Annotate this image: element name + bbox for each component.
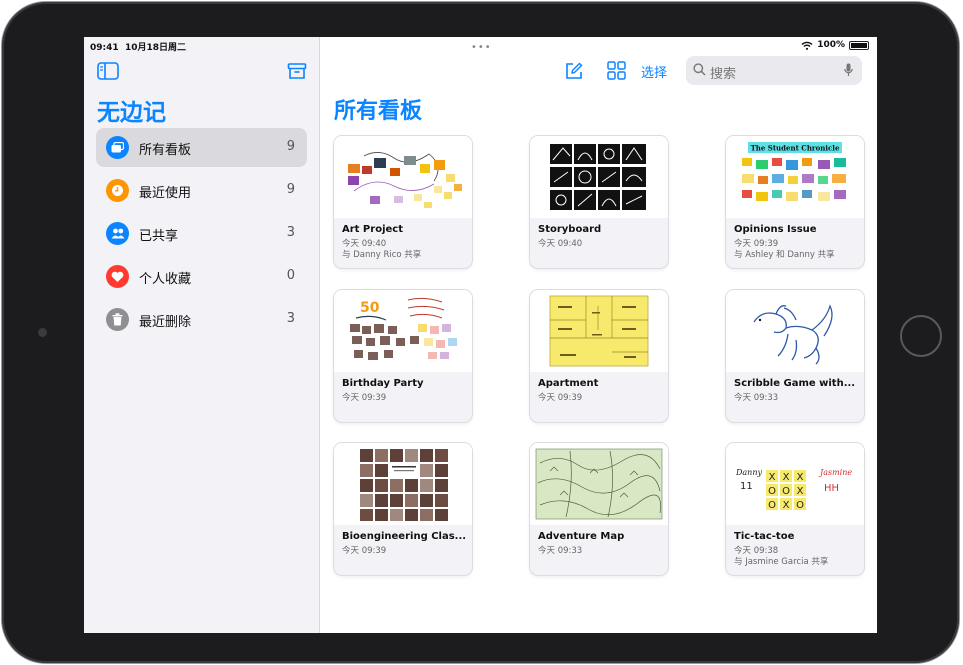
thumbnail-player-label: Danny bbox=[735, 468, 762, 477]
board-time: 今天 09:40 bbox=[538, 239, 583, 249]
front-camera bbox=[38, 328, 47, 337]
board-thumbnail: 50 bbox=[334, 290, 472, 372]
board-thumbnail bbox=[530, 136, 668, 218]
svg-text:X: X bbox=[783, 472, 790, 483]
board-name: Apartment bbox=[538, 378, 599, 389]
svg-text:X: X bbox=[797, 486, 804, 497]
svg-text:X: X bbox=[769, 472, 776, 483]
board-card-birthday-party[interactable]: 50 Birthday Party 今天 09:39 bbox=[334, 290, 472, 422]
app-title: 无边记 bbox=[97, 100, 166, 126]
thumbnail-heading: 50 bbox=[360, 300, 380, 316]
svg-text:O: O bbox=[768, 500, 776, 511]
thumbnail-heading: The Student Chronicle bbox=[751, 144, 840, 153]
board-time: 今天 09:39 bbox=[342, 546, 387, 556]
board-card-tic-tac-toe[interactable]: Danny 11 Jasmine HH XXX OOX OXO Tic-tac-… bbox=[726, 443, 864, 575]
board-time: 今天 09:33 bbox=[538, 546, 583, 556]
new-board-icon[interactable] bbox=[564, 61, 584, 81]
board-card-apartment[interactable]: Apartment 今天 09:39 bbox=[530, 290, 668, 422]
sidebar-item-shared[interactable]: 已共享 3 bbox=[96, 214, 307, 253]
board-card-scribble-game[interactable]: Scribble Game with... 今天 09:33 bbox=[726, 290, 864, 422]
board-time: 今天 09:39 bbox=[342, 393, 387, 403]
board-name: Tic-tac-toe bbox=[734, 531, 795, 542]
board-name: Bioengineering Clas... bbox=[342, 531, 467, 542]
svg-text:X: X bbox=[797, 472, 804, 483]
board-name: Birthday Party bbox=[342, 378, 424, 389]
sidebar-item-recent[interactable]: 最近使用 9 bbox=[96, 171, 307, 210]
board-name: Opinions Issue bbox=[734, 224, 817, 235]
board-thumbnail bbox=[530, 443, 668, 525]
sidebar: 无边记 所有看板 9 最近使用 9 已共享 3 个人收藏 0 最近删除 3 bbox=[84, 37, 320, 633]
screen: 无边记 所有看板 9 最近使用 9 已共享 3 个人收藏 0 最近删除 3 09… bbox=[84, 37, 877, 633]
board-name: Storyboard bbox=[538, 224, 602, 235]
sidebar-item-favorites[interactable]: 个人收藏 0 bbox=[96, 257, 307, 296]
sidebar-item-count: 0 bbox=[286, 268, 295, 283]
board-thumbnail: Danny 11 Jasmine HH XXX OOX OXO bbox=[726, 443, 864, 525]
board-card-bioengineering[interactable]: Bioengineering Clas... 今天 09:39 bbox=[334, 443, 472, 575]
sidebar-item-count: 3 bbox=[286, 225, 295, 240]
sidebar-item-count: 9 bbox=[286, 182, 295, 197]
sidebar-item-recently-deleted[interactable]: 最近删除 3 bbox=[96, 300, 307, 339]
sidebar-item-count: 3 bbox=[286, 311, 295, 326]
status-right: 100% bbox=[801, 40, 869, 50]
sidebar-item-label: 最近使用 bbox=[139, 186, 192, 201]
boards-icon bbox=[106, 136, 129, 159]
board-share: 与 Danny Rico 共享 bbox=[342, 250, 422, 260]
board-thumbnail bbox=[726, 290, 864, 372]
board-share: 与 Jasmine Garcia 共享 bbox=[734, 557, 829, 567]
grid-view-icon[interactable] bbox=[607, 61, 626, 80]
search-placeholder: 搜索 bbox=[710, 67, 737, 82]
sidebar-toggle-icon[interactable] bbox=[97, 62, 119, 80]
ipad-device-frame: 无边记 所有看板 9 最近使用 9 已共享 3 个人收藏 0 最近删除 3 09… bbox=[2, 2, 959, 663]
battery-percent: 100% bbox=[817, 40, 845, 50]
board-card-opinions-issue[interactable]: The Student Chronicle Opinions Issue 今天 … bbox=[726, 136, 864, 268]
sidebar-item-count: 9 bbox=[286, 139, 295, 154]
page-title: 所有看板 bbox=[334, 99, 423, 124]
status-time: 09:41 10月18日周二 bbox=[90, 43, 186, 53]
sidebar-item-label: 最近删除 bbox=[139, 315, 192, 330]
clock-icon bbox=[106, 179, 129, 202]
sidebar-item-label: 已共享 bbox=[139, 229, 179, 244]
board-card-storyboard[interactable]: Storyboard 今天 09:40 bbox=[530, 136, 668, 268]
board-time: 今天 09:39 bbox=[538, 393, 583, 403]
multitasking-dots-icon[interactable]: ••• bbox=[471, 42, 492, 53]
sidebar-item-label: 个人收藏 bbox=[139, 272, 192, 287]
heart-icon bbox=[106, 265, 129, 288]
select-button[interactable]: 选择 bbox=[641, 62, 667, 81]
svg-text:X: X bbox=[783, 500, 790, 511]
sidebar-item-label: 所有看板 bbox=[139, 143, 192, 158]
wifi-icon bbox=[801, 41, 813, 50]
board-card-art-project[interactable]: Art Project 今天 09:40 与 Danny Rico 共享 bbox=[334, 136, 472, 268]
board-name: Scribble Game with... bbox=[734, 378, 856, 389]
board-name: Adventure Map bbox=[538, 531, 625, 542]
thumbnail-player-label: Jasmine bbox=[818, 468, 852, 477]
board-thumbnail bbox=[530, 290, 668, 372]
search-icon bbox=[693, 63, 706, 76]
svg-text:O: O bbox=[796, 500, 804, 511]
home-button[interactable] bbox=[900, 315, 942, 357]
search-field[interactable]: 搜索 bbox=[686, 56, 862, 85]
board-name: Art Project bbox=[342, 224, 403, 235]
board-share: 与 Ashley 和 Danny 共享 bbox=[734, 250, 835, 260]
board-thumbnail bbox=[334, 443, 472, 525]
board-thumbnail: The Student Chronicle bbox=[726, 136, 864, 218]
microphone-icon[interactable] bbox=[844, 63, 853, 77]
board-time: 今天 09:33 bbox=[734, 393, 779, 403]
archive-icon[interactable] bbox=[287, 61, 307, 81]
svg-text:11: 11 bbox=[740, 481, 753, 492]
sidebar-item-all-boards[interactable]: 所有看板 9 bbox=[96, 128, 307, 167]
board-card-adventure-map[interactable]: Adventure Map 今天 09:33 bbox=[530, 443, 668, 575]
trash-icon bbox=[106, 308, 129, 331]
battery-icon bbox=[849, 40, 869, 50]
svg-text:HH: HH bbox=[824, 483, 839, 494]
svg-text:O: O bbox=[768, 486, 776, 497]
people-icon bbox=[106, 222, 129, 245]
board-thumbnail bbox=[334, 136, 472, 218]
svg-text:O: O bbox=[782, 486, 790, 497]
